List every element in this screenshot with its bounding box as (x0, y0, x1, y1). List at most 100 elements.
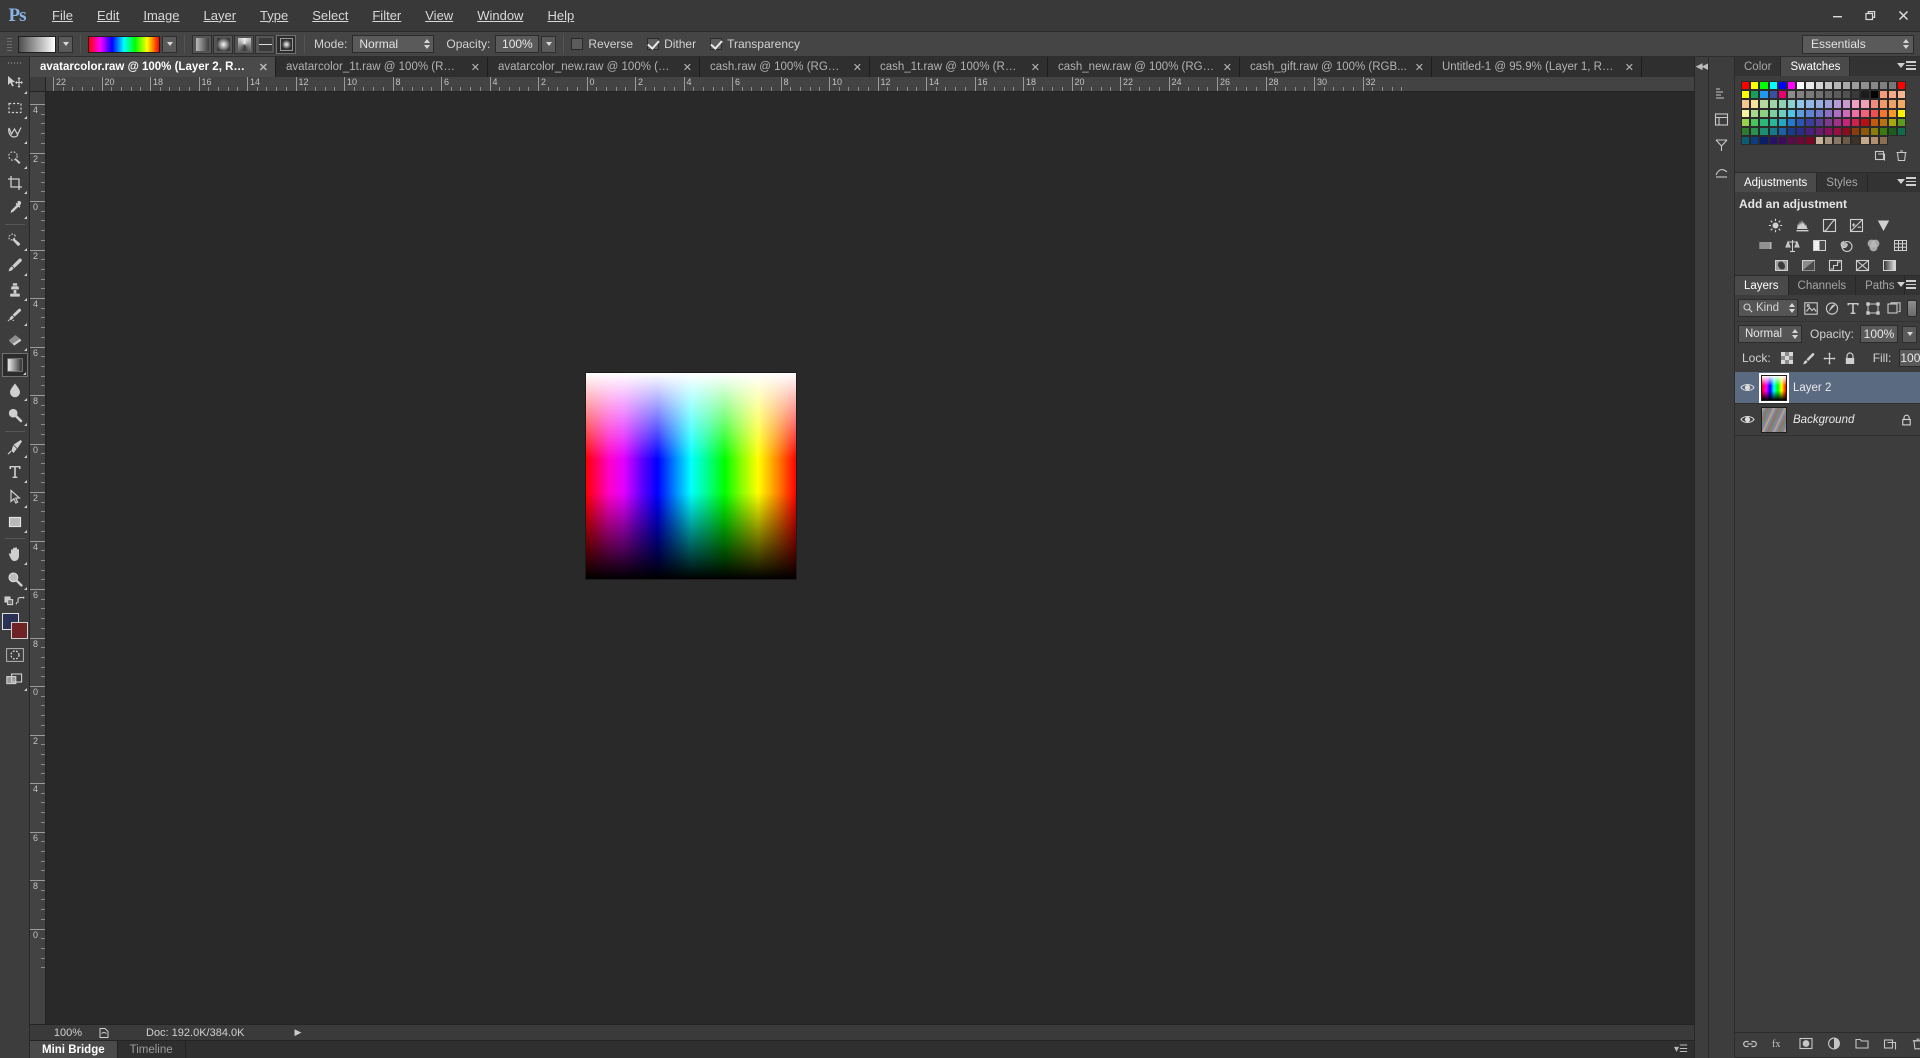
layer-row-background[interactable]: Background (1735, 404, 1920, 437)
gradient-type-angle-button[interactable] (234, 34, 254, 54)
swatch-92[interactable] (1759, 126, 1769, 137)
collapse-panels-icon[interactable]: ◀◀ (1696, 61, 1709, 72)
restore-button[interactable] (1854, 3, 1887, 27)
swatch-25[interactable] (1805, 90, 1815, 100)
layer-row-layer-2[interactable]: Layer 2 (1735, 372, 1920, 405)
swatch-99[interactable] (1823, 126, 1833, 137)
tab-styles[interactable]: Styles (1817, 173, 1868, 193)
status-menu-arrow-icon[interactable]: ▶ (294, 1027, 301, 1038)
swatch-122[interactable] (1869, 136, 1879, 146)
horizontal-ruler[interactable]: 22 20 18 16 14 12 10 8 6 4 2 0 2 4 6 8 10 12 14 16 18 20 22 24 2… (46, 77, 1694, 92)
swatch-114[interactable] (1796, 136, 1806, 146)
swatch-44[interactable] (1814, 99, 1824, 109)
bottom-tab-mini-bridge[interactable]: Mini Bridge (30, 1041, 118, 1058)
exposure-icon[interactable] (1848, 217, 1864, 233)
swatch-35[interactable] (1897, 90, 1907, 100)
layer-name[interactable]: Layer 2 (1793, 382, 1920, 394)
lock-all-icon[interactable] (1844, 352, 1857, 365)
opacity-dropdown-icon[interactable] (541, 35, 557, 53)
swatch-43[interactable] (1805, 99, 1815, 109)
swatch-62[interactable] (1814, 108, 1824, 118)
swatch-106[interactable] (1888, 126, 1898, 137)
swatch-54[interactable] (1741, 108, 1751, 118)
clone-stamp-tool[interactable] (2, 278, 28, 302)
close-tab-icon[interactable]: ✕ (1031, 61, 1040, 74)
delete-swatch-icon[interactable] (1895, 149, 1908, 165)
swatch-37[interactable] (1750, 99, 1760, 109)
swatch-12[interactable] (1851, 81, 1861, 91)
document-tab-cash-gift[interactable]: cash_gift.raw @ 100% (RGB... ✕ (1240, 57, 1432, 77)
panel-menu-icon[interactable] (1897, 61, 1916, 70)
filter-adjustment-icon[interactable] (1823, 299, 1840, 317)
document-tab-cash-new[interactable]: cash_new.raw @ 100% (RGB... ✕ (1048, 57, 1240, 77)
swatch-81[interactable] (1823, 117, 1833, 127)
layer-opacity-dropdown-icon[interactable] (1902, 325, 1917, 343)
tab-swatches[interactable]: Swatches (1781, 57, 1851, 76)
swatch-112[interactable] (1777, 136, 1787, 146)
blur-tool[interactable] (2, 378, 28, 402)
swatch-34[interactable] (1888, 90, 1898, 100)
tab-color[interactable]: Color (1735, 57, 1782, 76)
swatch-28[interactable] (1832, 90, 1843, 100)
channel-mixer-icon[interactable] (1865, 237, 1881, 253)
panel-collapse-rail[interactable]: ◀◀ (1694, 57, 1708, 1058)
layer-name[interactable]: Background (1793, 414, 1892, 426)
gradient-preset-dropdown-icon[interactable] (162, 35, 177, 53)
swatch-36[interactable] (1741, 99, 1751, 109)
reverse-checkbox-row[interactable]: Reverse (571, 37, 633, 51)
filter-type-icon[interactable] (1844, 299, 1861, 317)
swatch-8[interactable] (1814, 81, 1824, 91)
hue-saturation-icon[interactable] (1757, 237, 1773, 253)
threshold-icon[interactable] (1827, 257, 1843, 273)
rectangular-marquee-tool[interactable] (2, 96, 28, 120)
swatch-52[interactable] (1888, 99, 1898, 109)
swatch-107[interactable] (1897, 126, 1907, 137)
levels-icon[interactable] (1794, 217, 1810, 233)
swatch-96[interactable] (1796, 126, 1806, 137)
document-tab-cash[interactable]: cash.raw @ 100% (RGB... ✕ (700, 57, 870, 77)
swatch-50[interactable] (1869, 99, 1879, 109)
layer-fill-input[interactable]: 100% (1899, 349, 1920, 368)
tools-panel-grip[interactable] (7, 59, 22, 68)
swatch-111[interactable] (1768, 136, 1778, 146)
swatch-53[interactable] (1897, 99, 1907, 109)
transparency-checkbox[interactable] (710, 38, 723, 50)
quick-selection-tool[interactable] (2, 146, 28, 170)
close-tab-icon[interactable]: ✕ (259, 61, 268, 74)
tab-adjustments[interactable]: Adjustments (1735, 173, 1818, 193)
swatch-109[interactable] (1750, 136, 1760, 146)
menu-window[interactable]: Window (465, 4, 535, 28)
swatch-79[interactable] (1805, 117, 1815, 127)
swatch-59[interactable] (1786, 108, 1797, 118)
close-tab-icon[interactable]: ✕ (683, 61, 692, 74)
swatch-5[interactable] (1786, 81, 1797, 91)
canvas-image[interactable] (586, 373, 796, 579)
filter-enable-toggle[interactable] (1906, 299, 1918, 317)
swatch-120[interactable] (1851, 136, 1861, 146)
swatch-104[interactable] (1869, 126, 1879, 137)
swatch-70[interactable] (1888, 108, 1898, 118)
gradient-type-radial-button[interactable] (213, 34, 233, 54)
swatch-46[interactable] (1832, 99, 1843, 109)
swatch-88[interactable] (1888, 117, 1898, 127)
eraser-tool[interactable] (2, 328, 28, 352)
background-color-swatch[interactable] (10, 622, 28, 639)
lasso-tool[interactable] (2, 121, 28, 145)
invert-icon[interactable] (1773, 257, 1789, 273)
curves-icon[interactable] (1821, 217, 1837, 233)
swatch-21[interactable] (1768, 90, 1778, 100)
link-layers-icon[interactable] (1743, 1037, 1757, 1053)
swatch-11[interactable] (1842, 81, 1852, 91)
eyedropper-tool[interactable] (2, 196, 28, 220)
type-tool[interactable] (2, 460, 28, 484)
swatch-115[interactable] (1805, 136, 1815, 146)
swatch-66[interactable] (1851, 108, 1861, 118)
swatch-78[interactable] (1796, 117, 1806, 127)
posterize-icon[interactable] (1800, 257, 1816, 273)
layer-blend-mode-select[interactable]: Normal (1738, 325, 1802, 344)
bottom-tab-timeline[interactable]: Timeline (118, 1041, 186, 1058)
swatch-3[interactable] (1768, 81, 1778, 91)
menu-type[interactable]: Type (248, 4, 300, 28)
swatch-84[interactable] (1851, 117, 1861, 127)
menu-layer[interactable]: Layer (192, 4, 249, 28)
